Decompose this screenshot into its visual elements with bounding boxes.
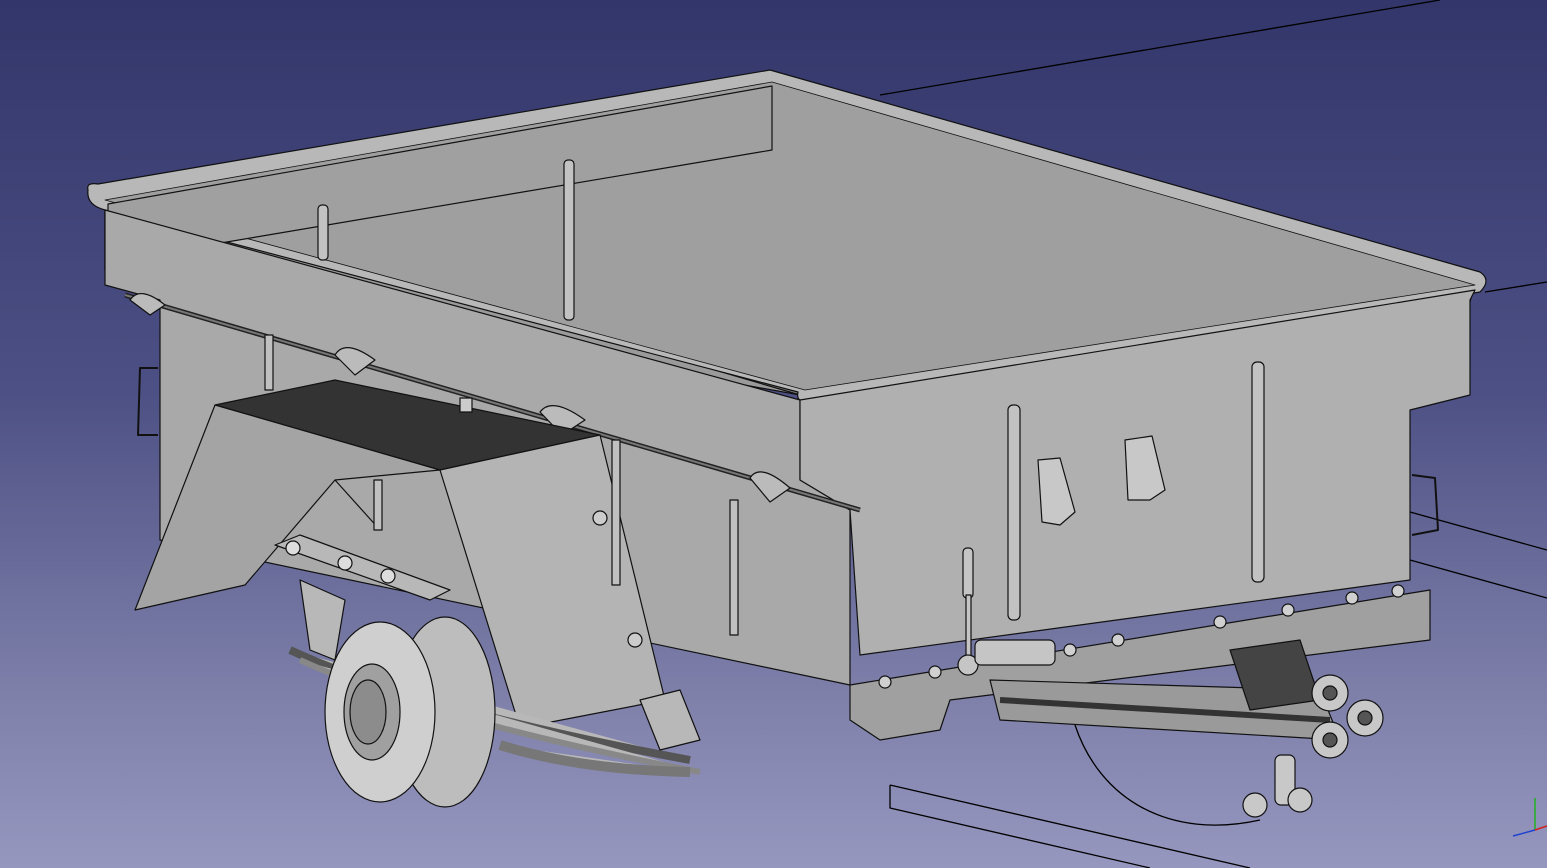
hanging-hook: [1242, 754, 1313, 818]
axis-orientation-icon: [1512, 798, 1547, 837]
wheel: [324, 616, 496, 808]
cad-model-hopper-wagon[interactable]: [0, 0, 1547, 868]
3d-viewport[interactable]: [0, 0, 1547, 868]
